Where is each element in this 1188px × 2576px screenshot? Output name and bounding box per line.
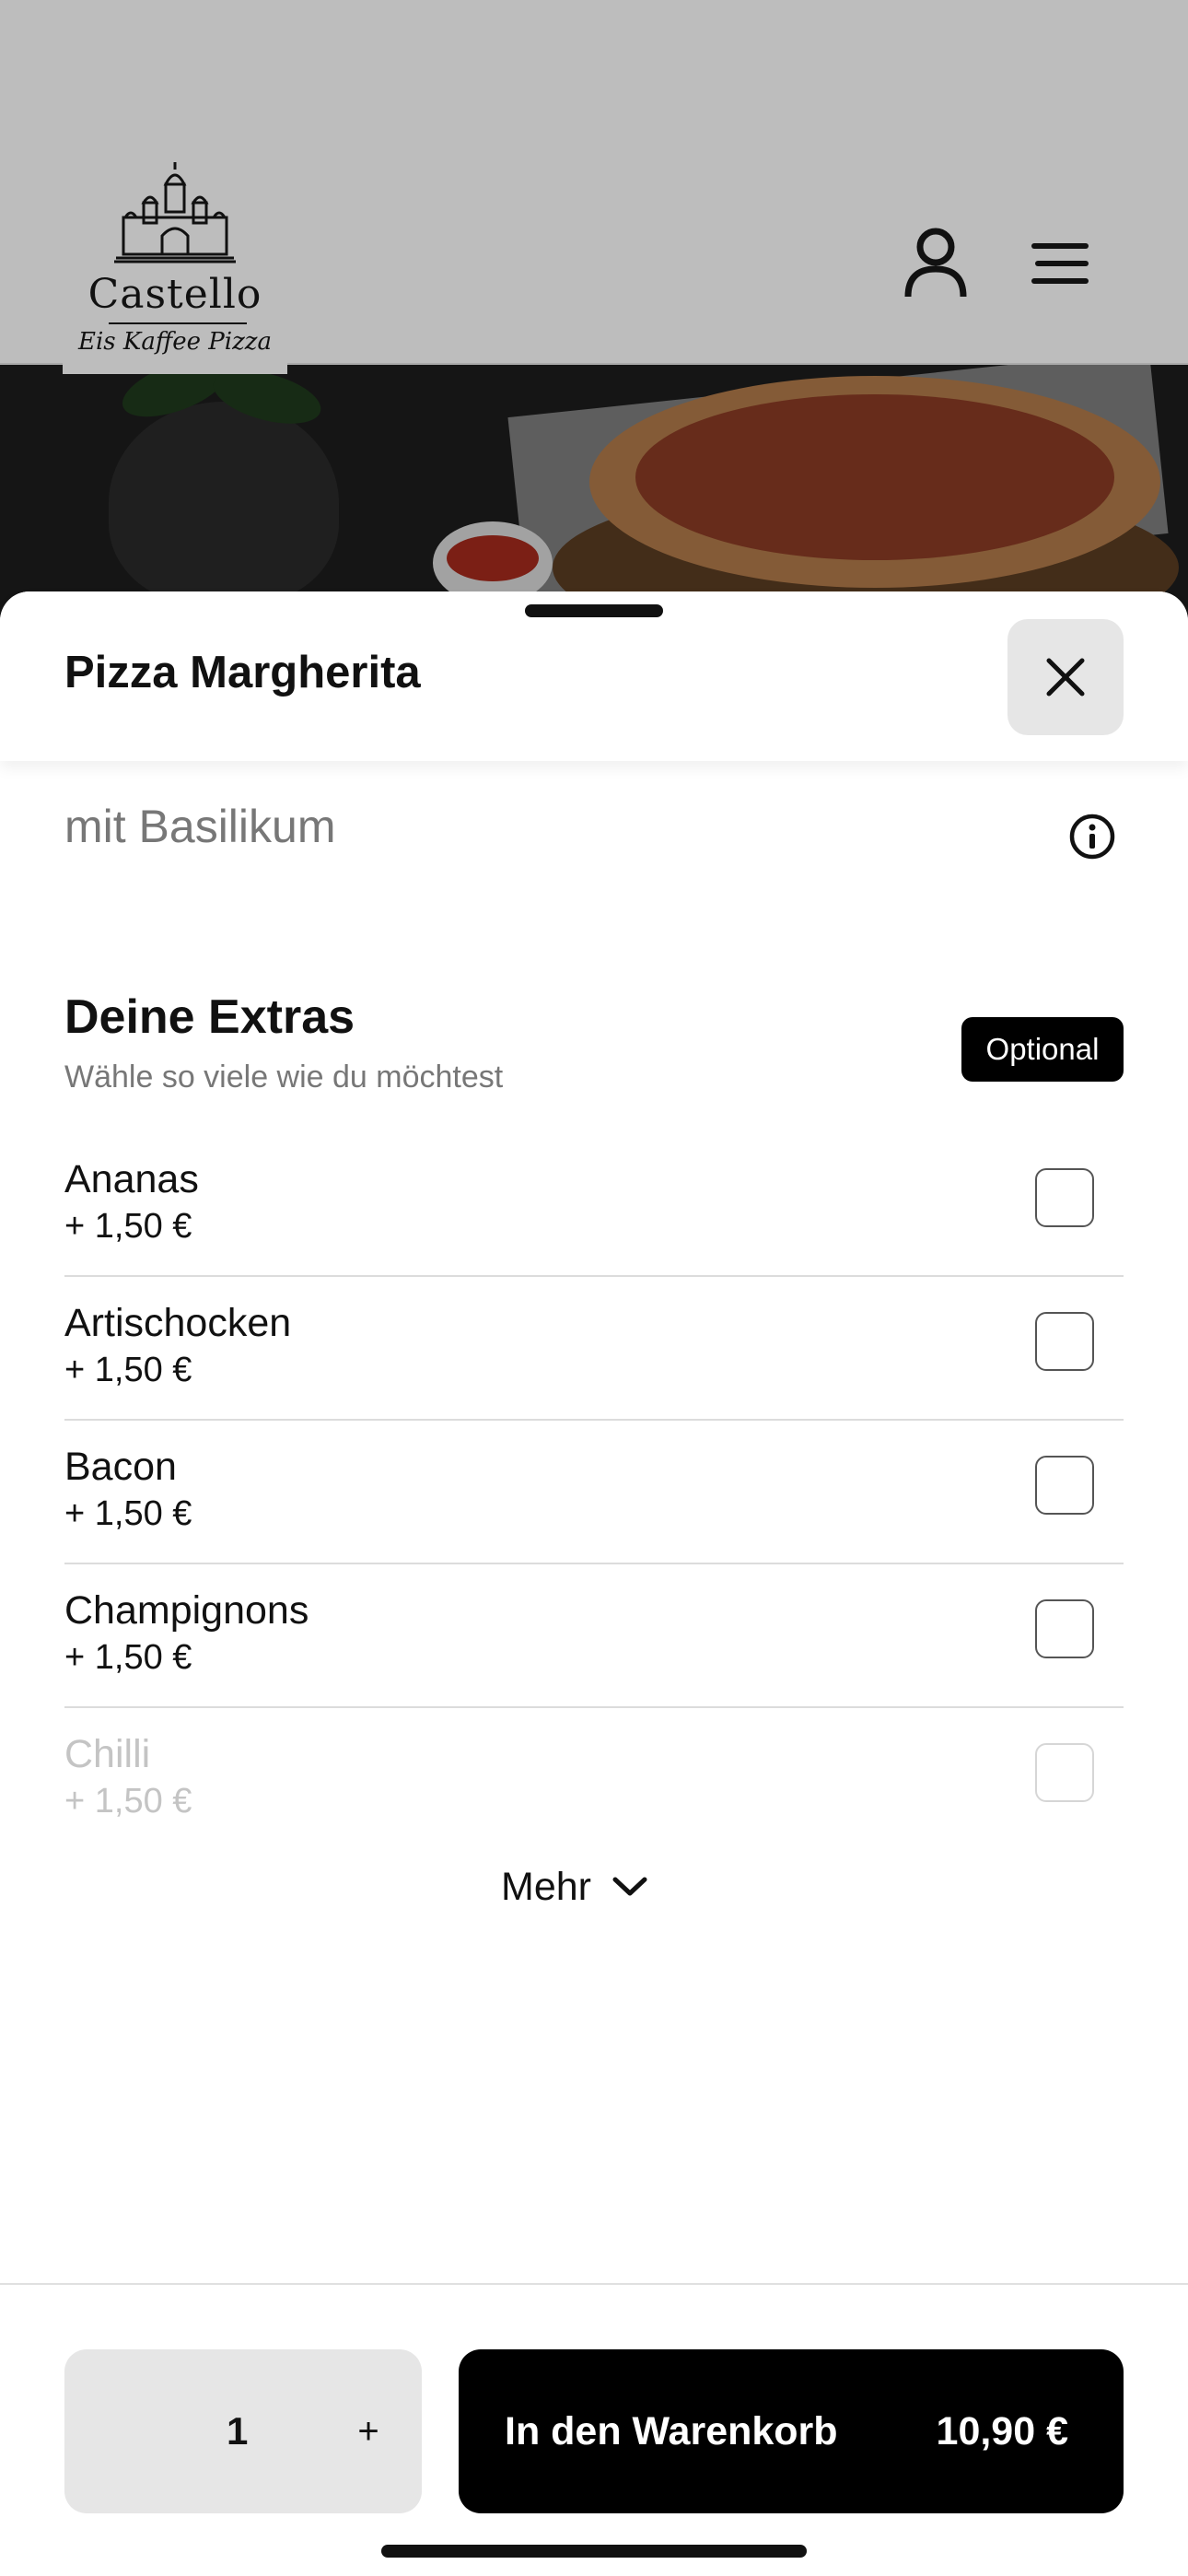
extra-item-bacon[interactable]: Bacon + 1,50 €: [64, 1421, 1124, 1564]
extras-title: Deine Extras: [64, 990, 355, 1044]
extra-price: + 1,50 €: [64, 1638, 192, 1677]
more-label: Mehr: [501, 1864, 591, 1909]
add-to-cart-button[interactable]: In den Warenkorb 10,90 €: [459, 2349, 1124, 2513]
dim-overlay: [0, 365, 1188, 623]
extra-name: Bacon: [64, 1445, 177, 1489]
quantity-stepper: 1 +: [64, 2349, 422, 2513]
logo-name: Castello: [87, 271, 262, 318]
extras-subtitle: Wähle so viele wie du möchtest: [64, 1060, 504, 1095]
extra-item-artischocken[interactable]: Artischocken + 1,50 €: [64, 1277, 1124, 1421]
extra-price: + 1,50 €: [64, 1494, 192, 1533]
quantity-plus-button[interactable]: +: [332, 2349, 405, 2513]
hamburger-menu-icon[interactable]: [1031, 241, 1092, 286]
product-description: mit Basilikum: [64, 801, 336, 852]
add-to-cart-label: In den Warenkorb: [505, 2409, 838, 2453]
castle-icon: [114, 162, 236, 263]
extra-checkbox[interactable]: [1035, 1456, 1094, 1515]
user-icon[interactable]: [903, 227, 969, 300]
extra-item-ananas[interactable]: Ananas + 1,50 €: [64, 1133, 1124, 1277]
extra-item-champignons[interactable]: Champignons + 1,50 €: [64, 1564, 1124, 1708]
logo-tagline: Eis Kaffee Pizza: [78, 328, 272, 356]
close-button[interactable]: [1007, 619, 1124, 735]
chevron-down-icon: [612, 1877, 647, 1896]
product-title: Pizza Margherita: [64, 648, 421, 697]
extra-checkbox[interactable]: [1035, 1599, 1094, 1658]
extra-checkbox[interactable]: [1035, 1743, 1094, 1802]
sheet-header: Pizza Margherita: [0, 591, 1188, 761]
hero-image: [0, 365, 1188, 623]
more-button[interactable]: Mehr: [501, 1859, 648, 1914]
info-icon[interactable]: [1068, 813, 1116, 861]
extra-name: Artischocken: [64, 1301, 292, 1345]
extra-price: + 1,50 €: [64, 1782, 192, 1821]
extra-price: + 1,50 €: [64, 1207, 192, 1246]
extra-name: Champignons: [64, 1588, 309, 1633]
extra-checkbox[interactable]: [1035, 1168, 1094, 1227]
castello-logo[interactable]: Castello Eis Kaffee Pizza: [63, 147, 287, 374]
cart-footer: 1 + In den Warenkorb 10,90 €: [0, 2283, 1188, 2576]
extra-name: Ananas: [64, 1157, 199, 1201]
product-sheet: Pizza Margherita mit Basilikum Deine Ext…: [0, 591, 1188, 2576]
sheet-grabber[interactable]: [525, 604, 663, 617]
extra-price: + 1,50 €: [64, 1351, 192, 1389]
quantity-value: 1: [227, 2409, 249, 2453]
extra-item-chilli[interactable]: Chilli + 1,50 €: [64, 1708, 1124, 1852]
close-icon: [1046, 658, 1085, 697]
extra-name: Chilli: [64, 1732, 151, 1776]
cart-total-price: 10,90 €: [936, 2409, 1068, 2453]
extra-checkbox[interactable]: [1035, 1312, 1094, 1371]
logo-divider: [109, 322, 247, 324]
home-indicator: [381, 2545, 807, 2558]
optional-badge: Optional: [961, 1017, 1124, 1082]
